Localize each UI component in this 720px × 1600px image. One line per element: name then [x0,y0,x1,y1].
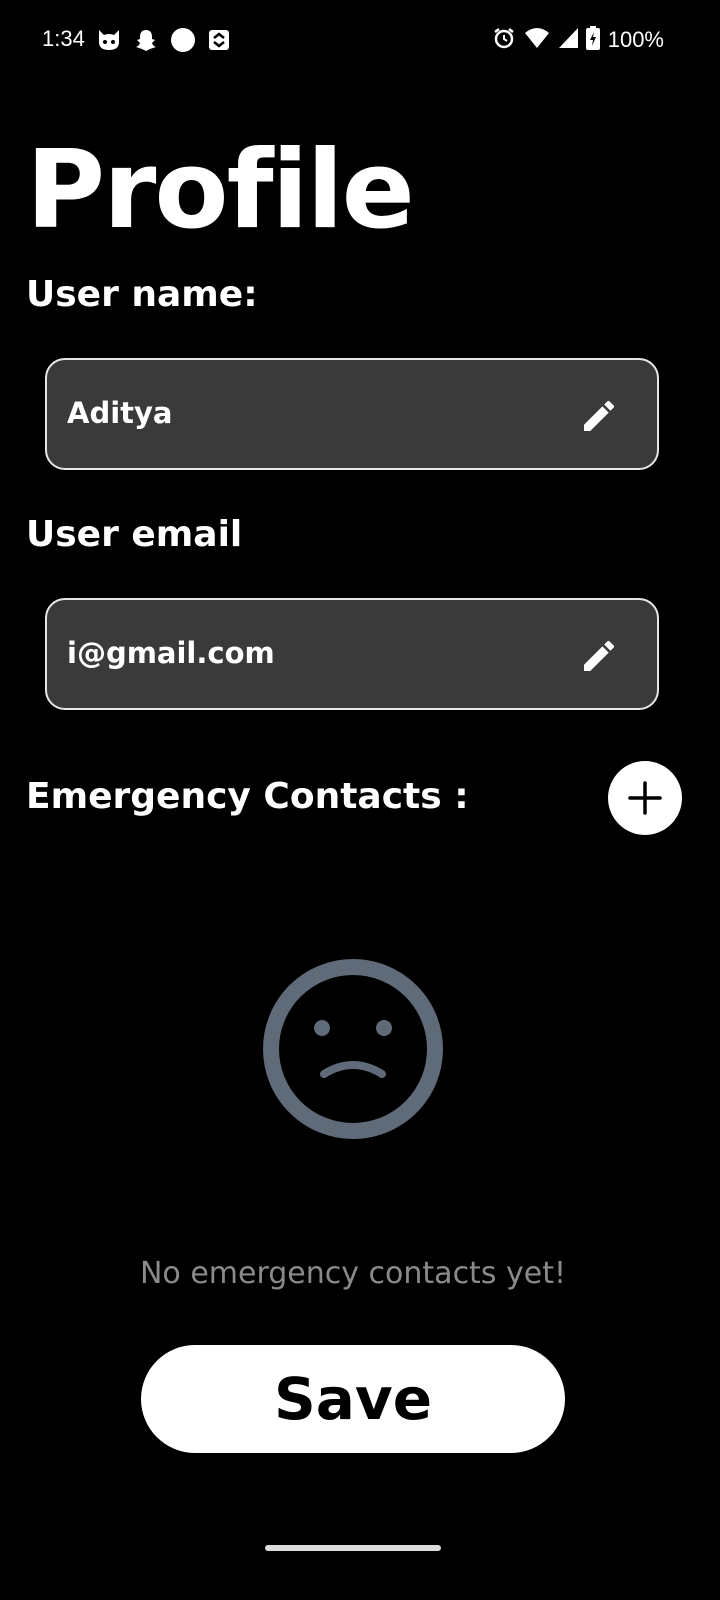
battery-level: 100% [607,27,664,52]
cat-app-icon [96,28,122,56]
page-title: Profile [26,128,415,253]
email-field[interactable]: i@gmail.com [45,598,659,710]
sad-face-icon [262,958,444,1140]
add-contact-button[interactable] [608,761,682,835]
alarm-icon [492,26,516,54]
snapchat-icon [134,28,158,56]
circle-icon [170,27,196,57]
sync-icon [208,29,230,55]
pencil-icon [584,640,615,671]
wifi-icon [524,27,550,53]
battery-icon [585,26,600,54]
home-indicator[interactable] [265,1545,441,1551]
edit-username-button[interactable] [579,396,619,436]
plus-icon [628,781,662,815]
status-time: 1:34 [42,26,85,51]
pencil-icon [584,400,615,431]
email-value[interactable]: i@gmail.com [67,636,275,670]
email-label: User email [26,514,243,555]
system-status: 100% [492,26,664,54]
username-label: User name: [26,274,258,315]
emergency-contacts-label: Emergency Contacts : [26,776,469,817]
username-field[interactable]: Aditya [45,358,659,470]
signal-icon [558,27,578,53]
notification-icons [96,27,230,57]
edit-email-button[interactable] [579,636,619,676]
status-bar: 1:34 100% [0,0,720,84]
empty-state-text: No emergency contacts yet! [139,1256,566,1291]
save-button[interactable]: Save [141,1345,565,1453]
username-value[interactable]: Aditya [67,396,172,430]
